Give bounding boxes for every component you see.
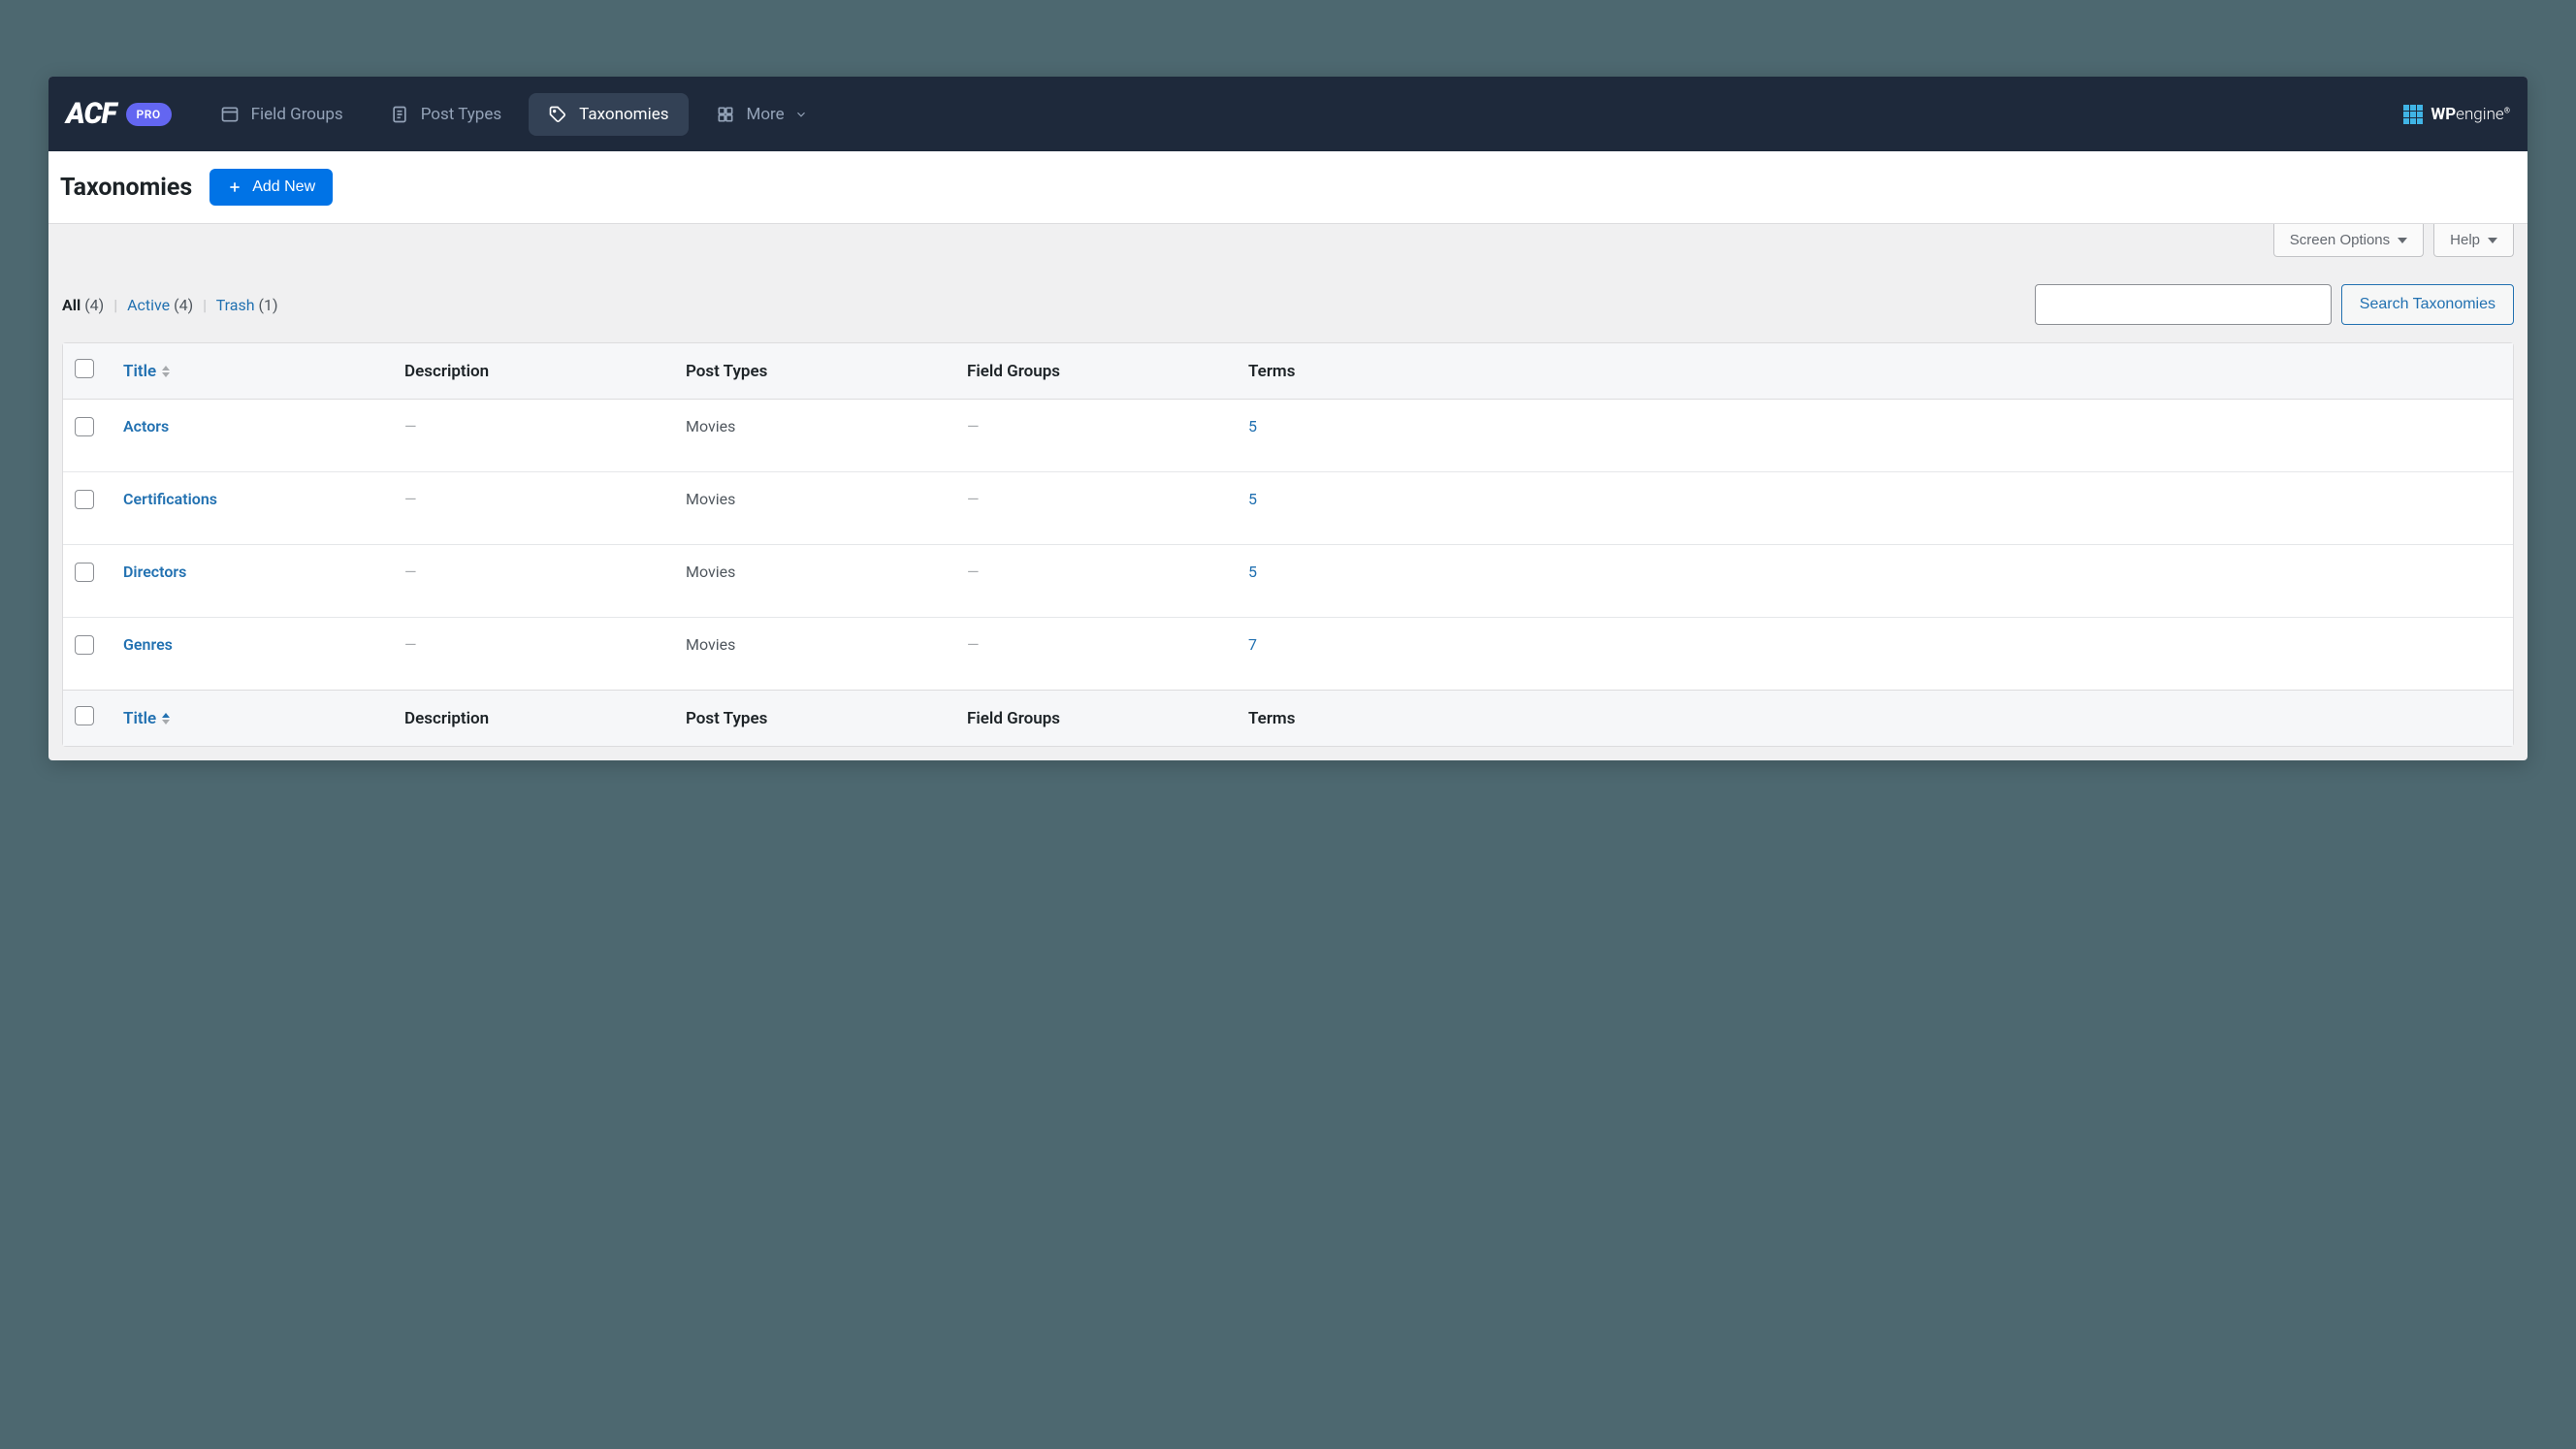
screen-options-tab[interactable]: Screen Options bbox=[2273, 224, 2424, 257]
nav-label: Field Groups bbox=[251, 105, 343, 124]
column-title-sort-footer[interactable]: Title bbox=[123, 709, 170, 728]
column-field-groups: Field Groups bbox=[955, 343, 1237, 400]
add-new-label: Add New bbox=[252, 178, 315, 196]
search-group: Search Taxonomies bbox=[2035, 284, 2514, 325]
acf-logo: ACF bbox=[66, 97, 116, 131]
separator: | bbox=[203, 296, 207, 314]
wpengine-brand: WPengine® bbox=[2403, 105, 2510, 124]
table-row: Certifications — Movies — 5 bbox=[63, 472, 2513, 545]
screen-tabs: Screen Options Help bbox=[48, 224, 2528, 257]
row-title-link[interactable]: Directors bbox=[123, 563, 186, 581]
row-post-types: Movies bbox=[686, 563, 735, 581]
column-terms-footer: Terms bbox=[1237, 690, 2513, 746]
grid-icon bbox=[716, 105, 735, 124]
column-label: Title bbox=[123, 709, 156, 728]
wpengine-icon bbox=[2403, 105, 2423, 124]
row-terms-link[interactable]: 5 bbox=[1248, 490, 1257, 508]
nav-field-groups[interactable]: Field Groups bbox=[201, 93, 363, 136]
row-title-link[interactable]: Genres bbox=[123, 635, 173, 654]
row-title-link[interactable]: Certifications bbox=[123, 490, 217, 508]
tag-icon bbox=[548, 105, 567, 124]
row-field-groups: — bbox=[967, 417, 980, 435]
app-window: ACF PRO Field Groups Post Types Taxonomi… bbox=[48, 77, 2528, 760]
nav-label: More bbox=[747, 105, 785, 124]
tab-label: Screen Options bbox=[2290, 232, 2390, 248]
column-title-sort[interactable]: Title bbox=[123, 362, 170, 381]
row-description: — bbox=[404, 490, 417, 508]
nav-post-types[interactable]: Post Types bbox=[370, 93, 521, 136]
nav-taxonomies[interactable]: Taxonomies bbox=[529, 93, 688, 136]
document-icon bbox=[390, 105, 409, 124]
nav-label: Post Types bbox=[421, 105, 501, 124]
column-terms: Terms bbox=[1237, 343, 2513, 400]
row-post-types: Movies bbox=[686, 635, 735, 654]
filter-all[interactable]: All (4) bbox=[62, 296, 104, 314]
row-post-types: Movies bbox=[686, 417, 735, 435]
row-title-link[interactable]: Actors bbox=[123, 417, 169, 435]
add-new-button[interactable]: Add New bbox=[209, 169, 333, 206]
row-checkbox[interactable] bbox=[75, 417, 94, 436]
filter-search-row: All (4) | Active (4) | Trash (1) Search … bbox=[62, 284, 2514, 325]
table-row: Genres — Movies — 7 bbox=[63, 618, 2513, 690]
row-terms-link[interactable]: 5 bbox=[1248, 417, 1257, 435]
select-all-checkbox-footer[interactable] bbox=[75, 706, 94, 725]
row-checkbox[interactable] bbox=[75, 563, 94, 582]
separator: | bbox=[113, 296, 117, 314]
row-field-groups: — bbox=[967, 490, 980, 508]
triangle-down-icon bbox=[2488, 238, 2497, 243]
row-field-groups: — bbox=[967, 635, 980, 654]
row-field-groups: — bbox=[967, 563, 980, 581]
row-terms-link[interactable]: 5 bbox=[1248, 563, 1257, 581]
search-input[interactable] bbox=[2035, 284, 2332, 325]
table-row: Directors — Movies — 5 bbox=[63, 545, 2513, 618]
sort-indicator-icon bbox=[162, 713, 170, 724]
filter-trash[interactable]: Trash (1) bbox=[216, 296, 278, 314]
status-filters: All (4) | Active (4) | Trash (1) bbox=[62, 296, 278, 314]
chevron-down-icon bbox=[794, 108, 808, 121]
nav-label: Taxonomies bbox=[579, 105, 668, 124]
column-description: Description bbox=[393, 343, 674, 400]
filter-active[interactable]: Active (4) bbox=[127, 296, 193, 314]
wpengine-eng: engine bbox=[2456, 105, 2504, 124]
triangle-down-icon bbox=[2398, 238, 2407, 243]
content-area: All (4) | Active (4) | Trash (1) Search … bbox=[48, 257, 2528, 760]
row-terms-link[interactable]: 7 bbox=[1248, 635, 1257, 654]
column-description-footer: Description bbox=[393, 690, 674, 746]
table-row: Actors — Movies — 5 bbox=[63, 400, 2513, 472]
row-checkbox[interactable] bbox=[75, 490, 94, 509]
help-tab[interactable]: Help bbox=[2433, 224, 2514, 257]
topbar: ACF PRO Field Groups Post Types Taxonomi… bbox=[48, 77, 2528, 151]
tab-label: Help bbox=[2450, 232, 2480, 248]
search-button[interactable]: Search Taxonomies bbox=[2341, 284, 2514, 325]
page-header: Taxonomies Add New bbox=[48, 151, 2528, 224]
main-nav: Field Groups Post Types Taxonomies More bbox=[201, 93, 827, 136]
brand: ACF PRO bbox=[66, 97, 172, 131]
wpengine-wp: WP bbox=[2431, 105, 2456, 124]
row-description: — bbox=[404, 417, 417, 435]
taxonomies-table: Title Description Post Types Field Group… bbox=[62, 342, 2514, 747]
nav-more[interactable]: More bbox=[696, 93, 827, 136]
row-checkbox[interactable] bbox=[75, 635, 94, 655]
column-field-groups-footer: Field Groups bbox=[955, 690, 1237, 746]
row-description: — bbox=[404, 635, 417, 654]
panel-icon bbox=[220, 105, 240, 124]
column-post-types: Post Types bbox=[674, 343, 955, 400]
select-all-checkbox[interactable] bbox=[75, 359, 94, 378]
pro-badge: PRO bbox=[126, 103, 172, 126]
row-description: — bbox=[404, 563, 417, 581]
page-title: Taxonomies bbox=[60, 174, 192, 202]
column-post-types-footer: Post Types bbox=[674, 690, 955, 746]
plus-icon bbox=[227, 179, 242, 195]
column-label: Title bbox=[123, 362, 156, 381]
sort-indicator-icon bbox=[162, 366, 170, 377]
row-post-types: Movies bbox=[686, 490, 735, 508]
